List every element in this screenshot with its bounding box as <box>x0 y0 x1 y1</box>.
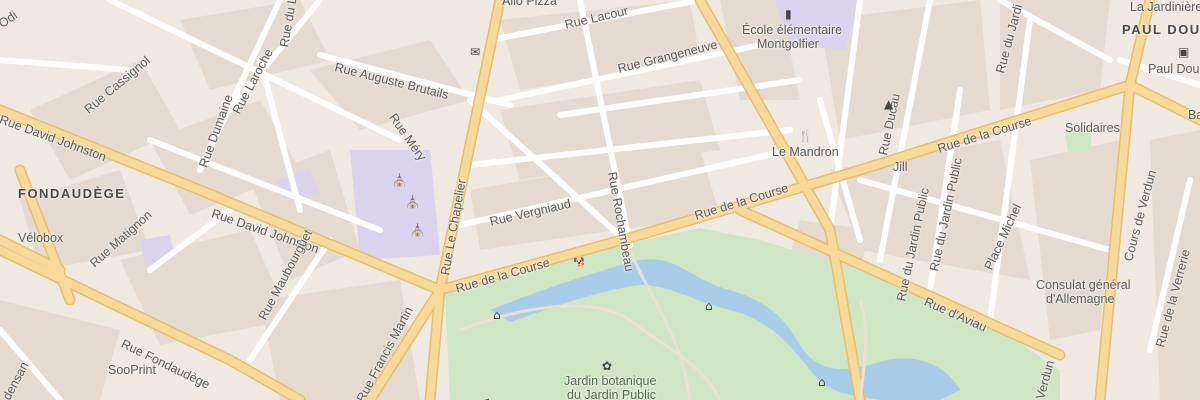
garden-icon[interactable]: ✿ <box>602 360 612 372</box>
poi-label-paul-doumer-stop[interactable]: Paul Dou <box>1148 62 1199 76</box>
museum-icon[interactable]: ⌂ <box>818 376 826 388</box>
school-icon[interactable]: ▮ <box>785 8 792 20</box>
poi-label-solidaires[interactable]: Solidaires <box>1065 121 1120 135</box>
poi-label-consulat-2: d'Allemagne <box>1046 292 1115 306</box>
shop-icon[interactable]: ▲ <box>884 98 893 110</box>
map-canvas[interactable]: FONDAUDÈGE PAUL DOU Rue Lacour Rue Augus… <box>0 0 1200 400</box>
map-base-layer <box>0 0 1200 400</box>
dog-park-icon[interactable]: 🐕 <box>573 258 588 270</box>
district-label-fondaudege: FONDAUDÈGE <box>18 186 126 201</box>
poi-label-jardin-2: du Jardin Public <box>567 388 656 400</box>
post-office-icon[interactable]: ✉ <box>470 46 480 58</box>
restaurant-icon[interactable]: 🍴 <box>798 130 813 142</box>
museum-icon[interactable]: ⌂ <box>493 309 501 321</box>
poi-label-jill[interactable]: Jill <box>893 160 908 174</box>
poi-label-ba[interactable]: Ba <box>1188 108 1200 122</box>
school-area <box>350 150 440 260</box>
poi-label-ecole[interactable]: École élémentaire <box>742 23 842 37</box>
museum-icon[interactable]: ⌂ <box>705 300 713 312</box>
poi-label-sooprint[interactable]: SooPrint <box>108 363 156 377</box>
church-icon[interactable]: ⛪ <box>392 174 407 186</box>
poi-label-ecole-2: Montgolfier <box>757 37 819 51</box>
poi-label-velobox[interactable]: Vélobox <box>18 231 63 245</box>
poi-label-le-mandron[interactable]: Le Mandron <box>772 145 839 159</box>
bus-stop-icon[interactable]: ▣ <box>1178 46 1189 58</box>
poi-label-allo-pizza[interactable]: Allo Pizza <box>502 0 557 8</box>
poi-label-jardin[interactable]: Jardin botanique <box>564 374 656 388</box>
church-icon[interactable]: ⛪ <box>410 224 425 236</box>
church-icon[interactable]: ⛪ <box>405 196 420 208</box>
poi-label-consulat[interactable]: Consulat général <box>1036 278 1131 292</box>
poi-label-la-jardiniere[interactable]: La Jardinière <box>1130 0 1200 14</box>
district-label-paul-doumer: PAUL DOU <box>1122 22 1200 37</box>
